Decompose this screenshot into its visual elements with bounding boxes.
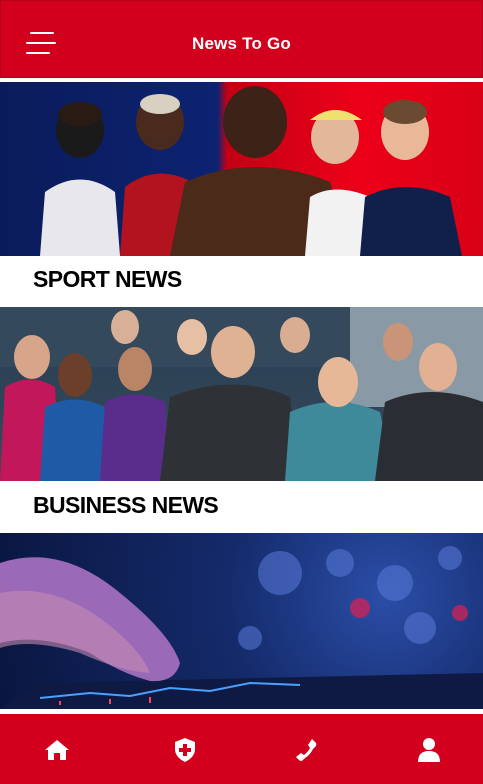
home-icon[interactable] [43, 736, 71, 764]
sport-athletes-photo [0, 82, 483, 256]
finger-touching-stock-chart-photo [0, 533, 483, 709]
sport-news-label: SPORT NEWS [33, 266, 182, 292]
phone-icon[interactable] [292, 736, 320, 764]
bottom-tab-bar [0, 712, 483, 784]
tech-news-card[interactable] [0, 533, 483, 709]
business-news-label: BUSINESS NEWS [33, 492, 219, 518]
medical-shield-icon[interactable] [171, 736, 199, 764]
top-app-bar: News To Go [0, 0, 483, 80]
user-icon[interactable] [415, 736, 443, 764]
sport-news-card[interactable]: SPORT NEWS [0, 82, 483, 306]
app-title: News To Go [192, 34, 291, 53]
sport-athletes-illustration [40, 86, 462, 256]
business-news-card[interactable]: BUSINESS NEWS [0, 307, 483, 531]
news-anchors-illustration [0, 307, 483, 481]
news-anchors-team-photo [0, 307, 483, 481]
stock-chart-illustration [0, 546, 483, 709]
